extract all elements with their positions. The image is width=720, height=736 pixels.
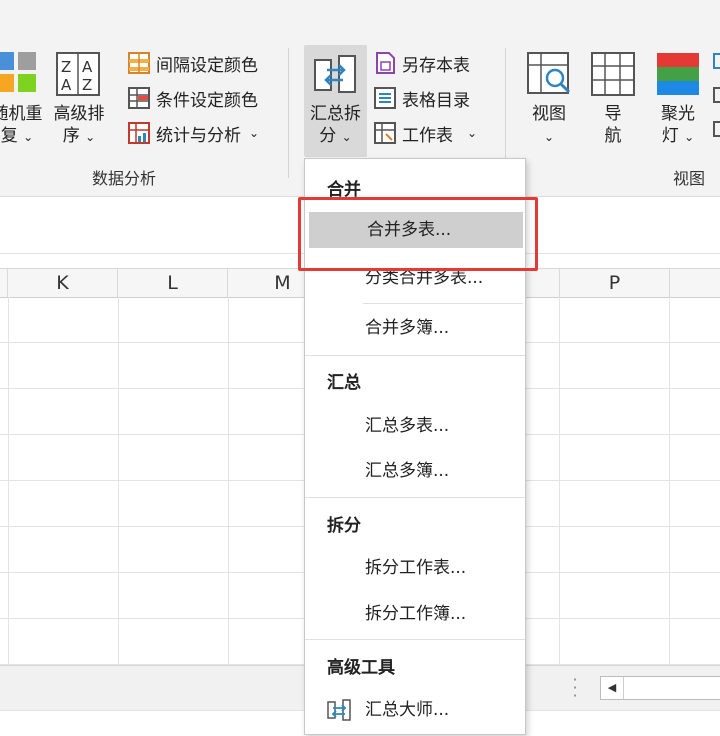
menu-section-header-summary: 汇总 [327,373,361,393]
navigation-label-1: 导 [604,104,622,124]
worksheet-label: 工作表 [402,125,453,146]
menu-item-summarize-sheets[interactable]: 汇总多表... [307,408,523,444]
chevron-down-icon: ⌄ [543,130,555,144]
merge-split-label-2: 分 [319,126,337,146]
advanced-sort-label-1: 高级排 [53,104,105,124]
stats-analysis-icon [128,122,150,144]
random-reset-button[interactable]: 随机重 复 ⌄ [0,103,44,148]
svg-text:Z: Z [61,58,71,76]
worksheet-button[interactable]: 工作表 ⌄ [374,119,477,147]
sheet-directory-button[interactable]: 表格目录 [374,84,470,112]
colored-squares-icon [0,52,38,94]
chevron-down-icon: ⌄ [249,126,260,140]
menu-section-header-advanced-tools: 高级工具 [327,658,395,678]
spotlight-label-1: 聚光 [661,104,695,124]
conditional-color-label: 条件设定颜色 [156,90,258,111]
menu-separator [305,639,525,640]
view-grid-magnifier-icon [527,52,573,96]
advanced-sort-label-2: 序 [62,126,80,146]
menu-item-merge-workbooks[interactable]: 合并多簿... [307,310,523,346]
svg-text:Z: Z [82,76,92,94]
horizontal-scrollbar[interactable]: ◀ [600,676,720,700]
annotation-highlight-box [298,197,538,271]
chevron-down-icon: ⌄ [23,130,34,144]
random-reset-label-1: 随机重 [0,104,43,124]
cutoff-icon [712,52,720,142]
group-label-data-analysis: 数据分析 [92,169,157,188]
svg-text:A: A [82,58,93,76]
merge-split-label-1: 汇总拆 [310,104,361,124]
group-label-view: 视图 [673,169,706,188]
conditional-color-icon [128,87,150,109]
az-sort-icon: Z A A Z [56,52,100,96]
chevron-down-icon: ⌄ [467,126,478,140]
column-header-j[interactable] [0,269,8,297]
menu-item-summarize-workbooks[interactable]: 汇总多簿... [307,453,523,489]
chevron-down-icon: ⌄ [684,130,695,144]
scroll-left-icon[interactable]: ◀ [601,677,624,699]
svg-text:A: A [61,76,72,94]
merge-split-button[interactable]: 汇总拆 分 ⌄ [304,103,367,148]
interval-color-button[interactable]: 间隔设定颜色 [128,49,258,77]
spotlight-button[interactable]: 聚光 灯 ⌄ [650,103,706,148]
menu-separator [305,355,525,356]
spotlight-icon [656,52,700,96]
interval-color-icon [128,52,150,74]
more-options-icon[interactable]: · · · [570,672,580,704]
spotlight-label-2: 灯 [661,126,679,146]
menu-item-split-workbook[interactable]: 拆分工作簿... [307,596,523,632]
save-as-sheet-icon [376,52,395,74]
worksheet-icon [374,122,396,144]
menu-separator [305,497,525,498]
sheet-directory-icon [374,87,396,109]
menu-item-summary-master[interactable]: 汇总大师... [307,692,523,728]
merge-split-icon [313,52,357,96]
stats-analysis-label: 统计与分析 [156,125,241,146]
conditional-color-button[interactable]: 条件设定颜色 [128,84,258,112]
navigation-label-2: 航 [604,126,622,146]
column-header-p[interactable]: P [560,269,670,297]
view-button[interactable]: 视图 ⌄ [520,103,578,148]
menu-section-header-split: 拆分 [327,516,361,536]
column-header-k[interactable]: K [8,269,118,297]
chevron-down-icon: ⌄ [341,130,352,144]
sheet-directory-label: 表格目录 [402,90,470,111]
navigation-button[interactable]: 导 航 [586,103,640,147]
save-as-sheet-button[interactable]: 另存本表 [374,49,470,77]
stats-analysis-button[interactable]: 统计与分析 ⌄ [128,119,259,147]
view-label-1: 视图 [532,104,566,124]
advanced-sort-button[interactable]: 高级排 序 ⌄ [48,103,110,148]
random-reset-label-2: 复 [0,126,18,146]
column-header-q[interactable] [670,269,720,297]
grid-icon [591,52,635,96]
save-as-sheet-label: 另存本表 [402,55,470,76]
column-header-l[interactable]: L [118,269,228,297]
group-separator [288,48,289,178]
chevron-down-icon: ⌄ [85,130,96,144]
menu-item-split-worksheet[interactable]: 拆分工作表... [307,550,523,586]
menu-separator [363,303,523,304]
interval-color-label: 间隔设定颜色 [156,55,258,76]
